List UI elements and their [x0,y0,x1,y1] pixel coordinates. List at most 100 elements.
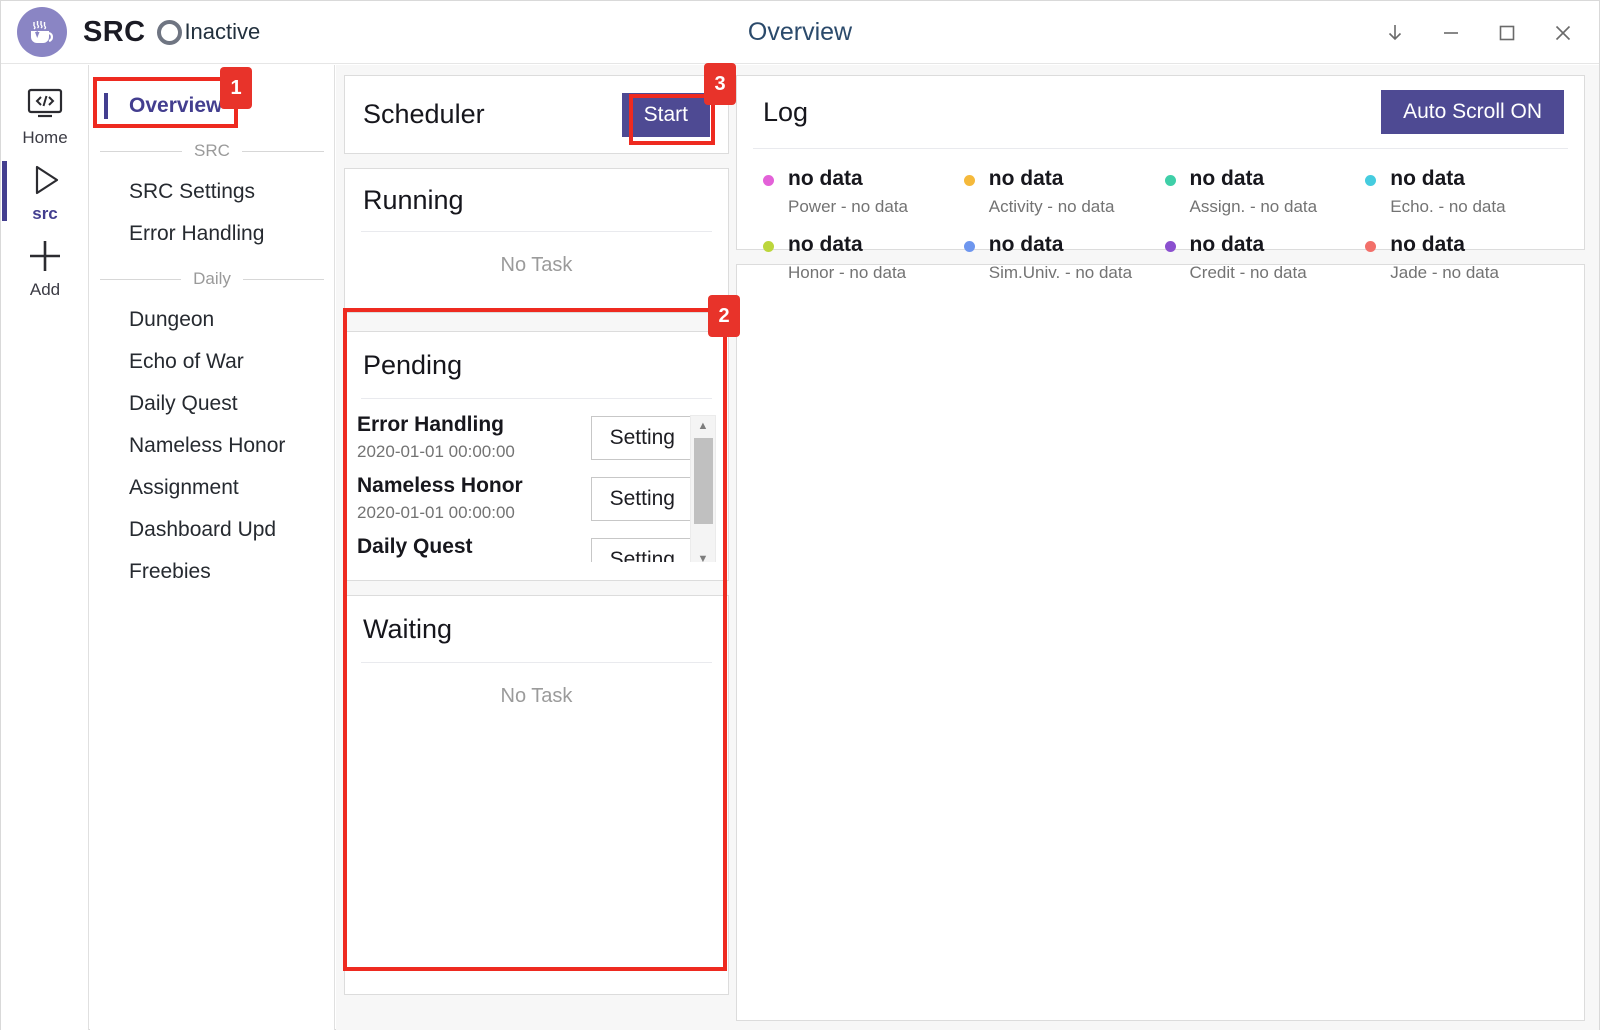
sidebar-item-echo-of-war[interactable]: Echo of War [90,341,334,383]
log-entry-activity: no data Activity - no data [963,167,1165,217]
pending-list[interactable]: Error Handling 2020-01-01 00:00:00 Setti… [357,407,716,562]
log-entry-detail: Honor - no data [788,263,907,282]
sidebar-item-overview[interactable]: Overview [90,85,334,127]
scrollbar-thumb[interactable] [694,438,713,524]
log-entry-value: no data [988,233,1064,256]
status-dot-icon [963,241,975,252]
running-empty-text: No Task [500,254,573,276]
app-window: SRC Inactive Overview Home src Add Overv… [0,0,1600,1030]
maximize-button[interactable] [1479,1,1535,64]
log-entry-credit: no data Credit - no data [1164,233,1366,283]
log-entry-value: no data [1390,233,1465,256]
pending-list-item[interactable]: Daily Quest 2020-01-01 00:00:00 Setting [357,529,716,562]
pending-item-setting-button[interactable]: Setting [590,537,694,562]
log-entry-jade: no data Jade - no data [1365,233,1566,283]
sidebar-item-daily-quest[interactable]: Daily Quest [90,383,334,425]
log-card: Log Auto Scroll ON no data Power - no da… [736,75,1585,282]
sidebar-item-nameless-honor[interactable]: Nameless Honor [90,425,334,467]
pending-item-setting-button[interactable]: Setting [590,415,694,460]
log-column: Log Auto Scroll ON no data Power - no da… [736,75,1585,1023]
sidebar-nav: Overview SRC SRC Settings Error Handling… [90,65,335,1030]
running-title: Running [363,184,464,215]
scheduler-card: Scheduler Start [344,75,729,154]
auto-scroll-toggle-button[interactable]: Auto Scroll ON [1381,90,1564,134]
sidebar-group-src: SRC [100,141,324,161]
sidebar-item-dungeon[interactable]: Dungeon [90,299,334,341]
log-entry-value: no data [1189,233,1265,256]
rail-label-src: src [32,203,58,223]
pending-item-time: 2020-01-01 00:00:00 [357,442,515,461]
log-entry-sim-univ: no data Sim.Univ. - no data [963,233,1165,283]
plus-icon [26,235,64,277]
log-header: Log Auto Scroll ON [737,76,1584,148]
rail-item-home[interactable]: Home [1,77,89,153]
sidebar-item-src-settings[interactable]: SRC Settings [90,171,334,213]
log-entry-echo: no data Echo. - no data [1365,167,1566,217]
status-indicator: Inactive [157,19,260,45]
log-entry-value: no data [1390,167,1465,190]
log-title: Log [763,96,809,127]
window-controls [1367,1,1591,64]
log-entry-detail: Activity - no data [988,197,1115,216]
sidebar-item-error-handling[interactable]: Error Handling [90,213,334,255]
log-entry-value: no data [1189,167,1265,190]
pending-list-item[interactable]: Nameless Honor 2020-01-01 00:00:00 Setti… [357,468,716,529]
log-entry-detail: Power - no data [788,197,909,216]
status-dot-icon [1164,241,1176,252]
status-dot-icon [1365,241,1377,252]
rail-item-src[interactable]: src [1,153,89,229]
waiting-card: Waiting No Task [344,595,729,995]
app-name: SRC [83,15,146,48]
title-bar: SRC Inactive Overview [1,1,1599,64]
pending-title: Pending [363,349,463,380]
log-output-area[interactable] [736,264,1585,1021]
log-entry-value: no data [788,167,863,190]
log-summary-grid: no data Power - no data no data Activity… [737,149,1584,283]
sidebar-group-src-label: SRC [194,141,230,160]
teacup-icon [17,7,67,57]
scheduler-start-button[interactable]: Start [621,92,710,137]
play-triangle-icon [26,159,64,201]
status-ring-icon [157,19,183,45]
pending-scrollbar[interactable]: ▲ ▼ [690,415,716,562]
pending-item-time: 2020-01-01 00:00:00 [357,503,515,522]
pending-divider [361,398,712,399]
rail-item-add[interactable]: Add [1,229,89,305]
scroll-down-arrow-icon[interactable]: ▼ [691,549,715,562]
log-entry-detail: Credit - no data [1189,263,1307,282]
sidebar-item-dashboard-upd[interactable]: Dashboard Upd [90,509,334,551]
log-entry-detail: Jade - no data [1390,263,1499,282]
scroll-up-arrow-icon[interactable]: ▲ [691,416,715,436]
minimize-to-tray-button[interactable] [1367,1,1423,64]
log-entry-detail: Assign. - no data [1189,197,1318,216]
pending-card: Pending Error Handling 2020-01-01 00:00:… [344,331,729,581]
main-content: Scheduler Start Running No Task Pending [336,65,1599,1030]
sidebar-item-assignment[interactable]: Assignment [90,467,334,509]
pending-header: Pending [345,332,728,398]
rail-label-home: Home [22,127,68,147]
scheduler-column: Scheduler Start Running No Task Pending [344,75,729,1023]
scheduler-header: Scheduler Start [345,76,728,153]
log-entry-power: no data Power - no data [763,167,964,217]
pending-item-name: Daily Quest [357,535,473,558]
running-card: Running No Task [344,168,729,313]
log-entry-value: no data [788,233,863,256]
status-label: Inactive [184,19,261,44]
status-dot-icon [763,175,774,186]
scheduler-title: Scheduler [363,99,485,129]
status-dot-icon [1164,175,1176,186]
pending-item-name: Error Handling [357,413,505,436]
running-header: Running [345,169,728,231]
close-button[interactable] [1535,1,1591,64]
waiting-header: Waiting [345,596,728,662]
status-dot-icon [963,175,975,186]
sidebar-item-freebies[interactable]: Freebies [90,551,334,593]
log-entry-value: no data [988,167,1064,190]
pending-item-setting-button[interactable]: Setting [590,476,694,521]
status-dot-icon [763,241,774,252]
minimize-button[interactable] [1423,1,1479,64]
pending-list-item[interactable]: Error Handling 2020-01-01 00:00:00 Setti… [357,407,716,468]
log-entry-detail: Sim.Univ. - no data [988,263,1133,282]
waiting-empty-text: No Task [500,685,573,707]
code-monitor-icon [26,83,64,125]
